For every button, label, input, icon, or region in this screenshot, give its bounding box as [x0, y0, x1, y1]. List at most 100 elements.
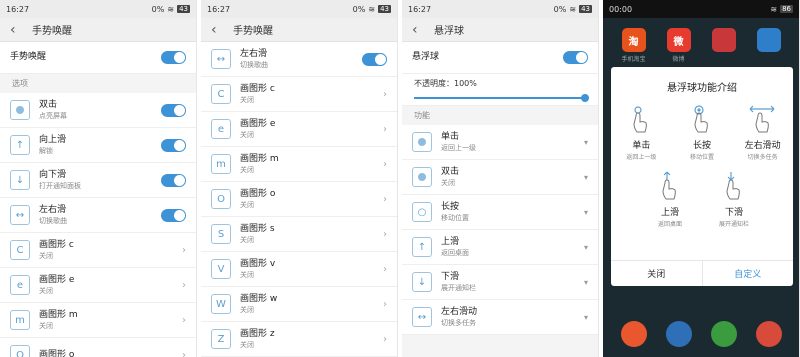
chevron-right-icon[interactable]: ›	[182, 350, 186, 357]
gesture-description: 返回桌面	[657, 221, 682, 228]
gesture-description: 移动位置	[689, 154, 714, 161]
list-item-text: 双击 关闭	[441, 167, 584, 188]
list-item-text: 左右滑 切换歌曲	[39, 205, 161, 226]
chevron-right-icon[interactable]: ›	[182, 245, 186, 256]
list-item-sublabel: 关闭	[240, 95, 254, 104]
swipe-up-hand-icon	[655, 171, 685, 201]
list-item[interactable]: O 画图形 o ›	[0, 338, 196, 357]
dock-app-icon[interactable]	[665, 321, 692, 347]
dock-app-icon[interactable]	[755, 321, 782, 347]
customize-button[interactable]: 自定义	[701, 261, 794, 286]
dropdown-caret-icon[interactable]: ▾	[584, 243, 588, 252]
list-item-text: 画图形 m 关闭	[39, 310, 182, 331]
list-item[interactable]: m 画图形 m 关闭 ›	[201, 147, 397, 182]
dock-app-icon[interactable]	[620, 321, 647, 347]
master-toggle[interactable]	[161, 51, 186, 64]
battery-level: 43	[177, 5, 190, 13]
list-item[interactable]: ○ 长按 移动位置 ▾	[402, 195, 598, 230]
back-arrow-icon[interactable]: ‹	[412, 22, 428, 38]
list-item-sublabel: 切换歌曲	[39, 216, 67, 225]
long-press-hand-icon	[687, 104, 717, 134]
master-toggle-row[interactable]: 悬浮球	[402, 42, 598, 74]
app-icon[interactable]: 微	[666, 28, 691, 52]
list-item-label: 画图形 m	[39, 309, 78, 320]
master-toggle[interactable]	[563, 51, 588, 64]
close-button[interactable]: 关闭	[611, 261, 702, 286]
chevron-right-icon[interactable]: ›	[383, 334, 387, 345]
list-item[interactable]: m 画图形 m 关闭 ›	[0, 303, 196, 338]
master-toggle-row[interactable]: 手势唤醒	[0, 42, 196, 74]
battery-level: 86	[780, 5, 793, 13]
list-item-label: 画图形 o	[39, 349, 75, 357]
list-item[interactable]: 双击 点亮屏幕	[0, 93, 196, 128]
list-item-label: 向上滑	[39, 134, 67, 145]
list-item[interactable]: ↓ 向下滑 打开通知面板	[0, 163, 196, 198]
list-item[interactable]: ↔ 左右滑动 切换多任务 ▾	[402, 300, 598, 335]
list-item-sublabel: 返回上一级	[441, 143, 476, 152]
list-item[interactable]: ↔ 左右滑 切换歌曲	[0, 198, 196, 233]
toggle-switch[interactable]	[161, 208, 186, 222]
chevron-right-icon[interactable]: ›	[383, 124, 387, 135]
dropdown-caret-icon[interactable]: ▾	[584, 278, 588, 287]
chevron-right-icon[interactable]: ›	[182, 280, 186, 291]
toggle-switch[interactable]	[362, 52, 387, 66]
list-item[interactable]: e 画图形 e 关闭 ›	[0, 268, 196, 303]
list-item-sublabel: 解锁	[39, 146, 53, 155]
dropdown-caret-icon[interactable]: ▾	[584, 313, 588, 322]
tap-hand-icon	[626, 104, 656, 134]
list-item[interactable]: W 画图形 w 关闭 ›	[201, 287, 397, 322]
list-item-sublabel: 关闭	[240, 235, 254, 244]
toggle-switch[interactable]	[161, 103, 186, 117]
list-item[interactable]: C 画图形 c 关闭 ›	[201, 77, 397, 112]
list-item-text: 左右滑 切换歌曲	[240, 49, 362, 70]
list-item-sublabel: 关闭	[39, 286, 53, 295]
list-item-label: 画图形 c	[240, 83, 275, 94]
list-item[interactable]: V 画图形 v 关闭 ›	[201, 252, 397, 287]
status-battery-percent: 0%	[553, 4, 567, 14]
back-arrow-icon[interactable]: ‹	[10, 22, 26, 38]
title-bar: ‹ 手势唤醒	[201, 18, 397, 42]
home-screen-with-dialog: 00:00 ≋ 86 淘微 手机淘宝 微博 悬浮球功能介绍 单击 返回上一级 长按 移动…	[603, 0, 800, 357]
gesture-list: 双击 点亮屏幕 ↑ 向上滑 解锁 ↓ 向下滑 打开通知面板 ↔ 左右滑 切换歌曲 C 画图形 c 关闭 › e…	[0, 93, 196, 357]
list-item-text: 画图形 o 关闭	[240, 189, 383, 210]
app-icon[interactable]: 淘	[621, 28, 646, 52]
status-time: 16:27	[207, 4, 231, 14]
swipe-horizontal-hand-icon	[748, 104, 778, 134]
chevron-right-icon[interactable]: ›	[182, 315, 186, 326]
chevron-right-icon[interactable]: ›	[383, 299, 387, 310]
chevron-right-icon[interactable]: ›	[383, 264, 387, 275]
back-arrow-icon[interactable]: ‹	[211, 22, 227, 38]
list-item[interactable]: ↔ 左右滑 切换歌曲	[201, 42, 397, 77]
gesture-item: 左右滑动 切换多任务	[735, 104, 791, 161]
chevron-right-icon[interactable]: ›	[383, 229, 387, 240]
toggle-switch[interactable]	[161, 138, 186, 152]
list-item[interactable]: e 画图形 e 关闭 ›	[201, 112, 397, 147]
list-item-sublabel: 移动位置	[441, 213, 469, 222]
list-item-text: 画图形 z 关闭	[240, 329, 383, 350]
status-battery-percent: 0%	[352, 4, 366, 14]
dropdown-caret-icon[interactable]: ▾	[584, 138, 588, 147]
app-icon[interactable]	[711, 28, 736, 52]
dropdown-caret-icon[interactable]: ▾	[584, 173, 588, 182]
opacity-slider-knob[interactable]	[581, 94, 589, 102]
toggle-switch[interactable]	[161, 173, 186, 187]
chevron-right-icon[interactable]: ›	[383, 89, 387, 100]
chevron-right-icon[interactable]: ›	[383, 159, 387, 170]
dock-app-icon[interactable]	[710, 321, 737, 347]
list-item[interactable]: Z 画图形 z 关闭 ›	[201, 322, 397, 357]
arrow-up-icon: ↑	[10, 135, 30, 155]
list-item[interactable]: 双击 关闭 ▾	[402, 160, 598, 195]
list-item[interactable]: C 画图形 c 关闭 ›	[0, 233, 196, 268]
dropdown-caret-icon[interactable]: ▾	[584, 208, 588, 217]
app-icon[interactable]	[756, 28, 781, 52]
list-item[interactable]: S 画图形 s 关闭 ›	[201, 217, 397, 252]
gesture-name: 单击	[632, 141, 651, 151]
list-item[interactable]: ↑ 上滑 返回桌面 ▾	[402, 230, 598, 265]
chevron-right-icon[interactable]: ›	[383, 194, 387, 205]
list-item[interactable]: O 画图形 o 关闭 ›	[201, 182, 397, 217]
opacity-slider[interactable]	[414, 94, 589, 102]
list-item[interactable]: ↑ 向上滑 解锁	[0, 128, 196, 163]
list-item[interactable]: ↓ 下滑 展开通知栏 ▾	[402, 265, 598, 300]
section-header: 功能	[402, 106, 598, 125]
list-item[interactable]: 单击 返回上一级 ▾	[402, 125, 598, 160]
